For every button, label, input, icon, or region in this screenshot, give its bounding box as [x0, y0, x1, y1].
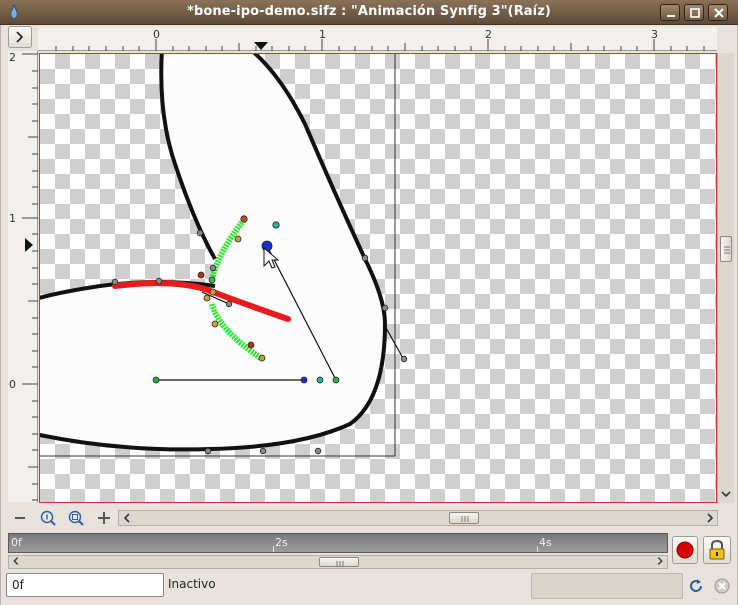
ruler-label-2: 2 [485, 28, 492, 41]
handle-dot [111, 278, 119, 286]
handle-dot [247, 341, 255, 349]
canvas-drawing [40, 54, 408, 457]
keyframe-lock-button[interactable] [703, 536, 731, 564]
window-title: *bone-ipo-demo.sifz : "Animación Synfig … [187, 4, 551, 19]
time-label-start: 0f [11, 536, 22, 549]
vertical-ruler[interactable]: 2 1 0 [8, 51, 38, 502]
zoom-100-button[interactable] [38, 508, 58, 528]
handle-dot [259, 447, 267, 455]
vertical-scrollbar-thumb[interactable] [720, 236, 732, 262]
handle-dot [240, 215, 248, 223]
ruler-label-v2: 2 [9, 51, 16, 64]
record-icon [676, 541, 694, 559]
ruler-label-0: 0 [153, 28, 160, 41]
handle-dot [152, 376, 160, 384]
plus-icon [98, 512, 110, 524]
stop-render-button[interactable] [713, 577, 731, 595]
handle-dot [272, 221, 280, 229]
time-mark [537, 546, 538, 552]
current-time-field[interactable] [6, 573, 164, 597]
refresh-button[interactable] [687, 577, 705, 595]
time-scrollbar-thumb[interactable] [319, 557, 359, 567]
zoom-in-icon [40, 510, 56, 526]
handle-dot [258, 354, 266, 362]
zoom-fit-button[interactable] [66, 508, 86, 528]
handle-dot [197, 271, 205, 279]
maximize-icon [690, 8, 700, 18]
zoom-out-icon [15, 517, 25, 519]
horizontal-ruler-ticks [55, 39, 705, 51]
handle-dot [400, 355, 408, 363]
handle-dot [316, 376, 324, 384]
ruler-label-v1: 1 [9, 212, 16, 225]
time-label-2s: 2s [275, 536, 288, 549]
handle-dot [225, 300, 233, 308]
close-button[interactable] [708, 4, 728, 21]
handle-dot [332, 376, 340, 384]
time-scrollbar[interactable] [8, 555, 668, 569]
scroll-down-icon[interactable] [719, 487, 733, 501]
vertical-ruler-ticks [22, 53, 38, 501]
maximize-button[interactable] [684, 4, 704, 21]
handle-dot [208, 276, 216, 284]
horizontal-scrollbar[interactable] [118, 510, 718, 526]
horizontal-ruler[interactable]: 0 1 2 3 [38, 27, 717, 51]
handle-dot [211, 320, 219, 328]
render-progress-bar [531, 573, 683, 599]
horizontal-scrollbar-thumb[interactable] [449, 512, 479, 524]
status-text: Inactivo [168, 577, 216, 591]
zoom-out-button[interactable] [10, 508, 30, 528]
handle-dot [155, 277, 163, 285]
chevron-right-icon [16, 31, 24, 43]
work-area[interactable] [39, 53, 717, 503]
handle-dot [209, 288, 217, 296]
ruler-label-3: 3 [651, 28, 658, 41]
ruler-position-marker-vertical [25, 238, 33, 252]
minimize-button[interactable] [660, 4, 680, 21]
zoom-fit-icon [68, 510, 84, 526]
scroll-right-icon[interactable] [703, 511, 717, 525]
vertical-scrollbar[interactable] [717, 53, 734, 503]
title-bar: *bone-ipo-demo.sifz : "Animación Synfig … [0, 0, 738, 25]
handle-dot [204, 447, 212, 455]
time-mark [273, 546, 274, 552]
canvas-menu-button[interactable] [8, 26, 32, 48]
handle-dot [209, 264, 217, 272]
ruler-label-v0: 0 [9, 378, 16, 391]
handle-dot [196, 229, 204, 237]
handle-dot [234, 235, 242, 243]
handle-dot [203, 294, 211, 302]
handle-dot [381, 304, 389, 312]
handle-dot [361, 254, 369, 262]
ruler-label-1: 1 [319, 28, 326, 41]
animation-mode-button[interactable] [672, 536, 698, 564]
close-icon [714, 8, 724, 18]
zoom-in-button[interactable] [94, 508, 114, 528]
scroll-left-icon[interactable] [120, 511, 134, 525]
refresh-icon [690, 579, 702, 592]
time-label-4s: 4s [539, 536, 552, 549]
minimize-icon [667, 15, 675, 17]
time-slider[interactable]: 0f 2s 4s [8, 533, 668, 553]
stop-icon [714, 578, 730, 594]
lock-icon [709, 539, 725, 560]
handle-dot [300, 376, 308, 384]
handle-dot [314, 447, 322, 455]
time-scroll-right-icon[interactable] [654, 555, 666, 567]
time-scroll-left-icon[interactable] [10, 555, 22, 567]
